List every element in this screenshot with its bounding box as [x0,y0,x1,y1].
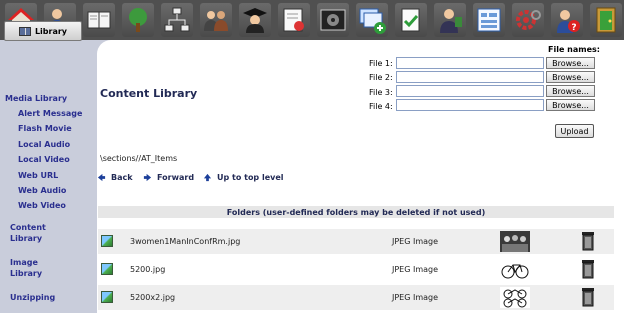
forward-arrow-icon [143,173,152,182]
trash-icon[interactable] [580,287,596,307]
file-2-label: File 2: [369,73,393,82]
file-name[interactable]: 5200x2.jpg [130,293,175,302]
sidebar-item-unzipping[interactable]: Unzipping [10,293,55,302]
sidebar-item-web-audio[interactable]: Web Audio [18,186,66,195]
bicycle-photo-thumbnail[interactable] [500,259,530,280]
up-arrow-icon [203,173,212,182]
certificate-icon[interactable] [278,3,310,37]
sidebar-item-alert-message[interactable]: Alert Message [18,109,82,118]
file-3-input[interactable] [396,85,544,97]
file-name[interactable]: 5200.jpg [130,265,165,274]
image-file-icon [101,291,113,303]
sidebar-item-content-library[interactable]: Content Library [10,222,60,244]
image-file-icon [101,235,113,247]
help-icon[interactable]: ? [551,3,583,37]
book-icon [18,26,31,36]
people-icon[interactable] [200,3,232,37]
forward-label: Forward [157,173,195,182]
table-row[interactable]: 3women1ManInConfRm.jpg JPEG Image [98,229,614,254]
org-chart-icon[interactable] [161,3,193,37]
library-button-label: Library [34,26,68,36]
film-icon[interactable] [317,3,349,37]
form-icon[interactable] [473,3,505,37]
file-type: JPEG Image [392,265,439,274]
bicycle-pair-photo-thumbnail[interactable] [500,287,530,308]
file-type: JPEG Image [392,293,439,302]
browse-button-1[interactable]: Browse... [546,57,595,69]
current-path: \sections//AT_Items [100,154,178,163]
sidebar-item-local-video[interactable]: Local Video [18,155,70,164]
image-file-icon [101,263,113,275]
file-type: JPEG Image [392,237,439,246]
add-window-icon[interactable] [356,3,388,37]
svg-text:?: ? [571,23,576,33]
file-name[interactable]: 3women1ManInConfRm.jpg [130,237,240,246]
file-4-label: File 4: [369,102,393,111]
file-3-label: File 3: [369,88,393,97]
sidebar-section-media-library[interactable]: Media Library [5,94,67,103]
browse-button-2[interactable]: Browse... [546,71,595,83]
library-button[interactable]: Library [4,21,82,41]
meeting-photo-thumbnail[interactable] [500,231,530,252]
trash-icon[interactable] [580,231,596,251]
table-row[interactable]: 5200.jpg JPEG Image [98,257,614,282]
browse-button-3[interactable]: Browse... [546,85,595,97]
file-1-input[interactable] [396,57,544,69]
upload-button[interactable]: Upload [555,124,594,138]
trash-icon[interactable] [580,259,596,279]
sidebar-item-web-video[interactable]: Web Video [18,201,66,210]
file-4-input[interactable] [396,99,544,111]
file-1-label: File 1: [369,59,393,68]
graduate-icon[interactable] [239,3,271,37]
forward-link[interactable]: Forward [143,173,194,182]
top-toolbar: ? [0,0,624,40]
folders-header: Folders (user-defined folders may be del… [98,206,614,218]
file-2-input[interactable] [396,71,544,83]
browse-button-4[interactable]: Browse... [546,99,595,111]
tree-icon[interactable] [122,3,154,37]
teacher-icon[interactable] [434,3,466,37]
up-to-top-label: Up to top level [217,173,284,182]
back-label: Back [111,173,133,182]
sidebar-item-web-url[interactable]: Web URL [18,171,58,180]
sidebar-item-flash-movie[interactable]: Flash Movie [18,124,72,133]
reading-icon[interactable] [83,3,115,37]
table-row[interactable]: 5200x2.jpg JPEG Image [98,285,614,310]
exit-door-icon[interactable] [590,3,622,37]
sidebar-item-image-library[interactable]: Image Library [10,257,60,279]
back-arrow-icon [97,173,106,182]
file-names-header: File names: [548,45,600,54]
page-title: Content Library [100,87,198,100]
sidebar-item-local-audio[interactable]: Local Audio [18,140,70,149]
up-to-top-link[interactable]: Up to top level [203,173,284,182]
back-link[interactable]: Back [97,173,133,182]
settings-icon[interactable] [512,3,544,37]
document-check-icon[interactable] [395,3,427,37]
